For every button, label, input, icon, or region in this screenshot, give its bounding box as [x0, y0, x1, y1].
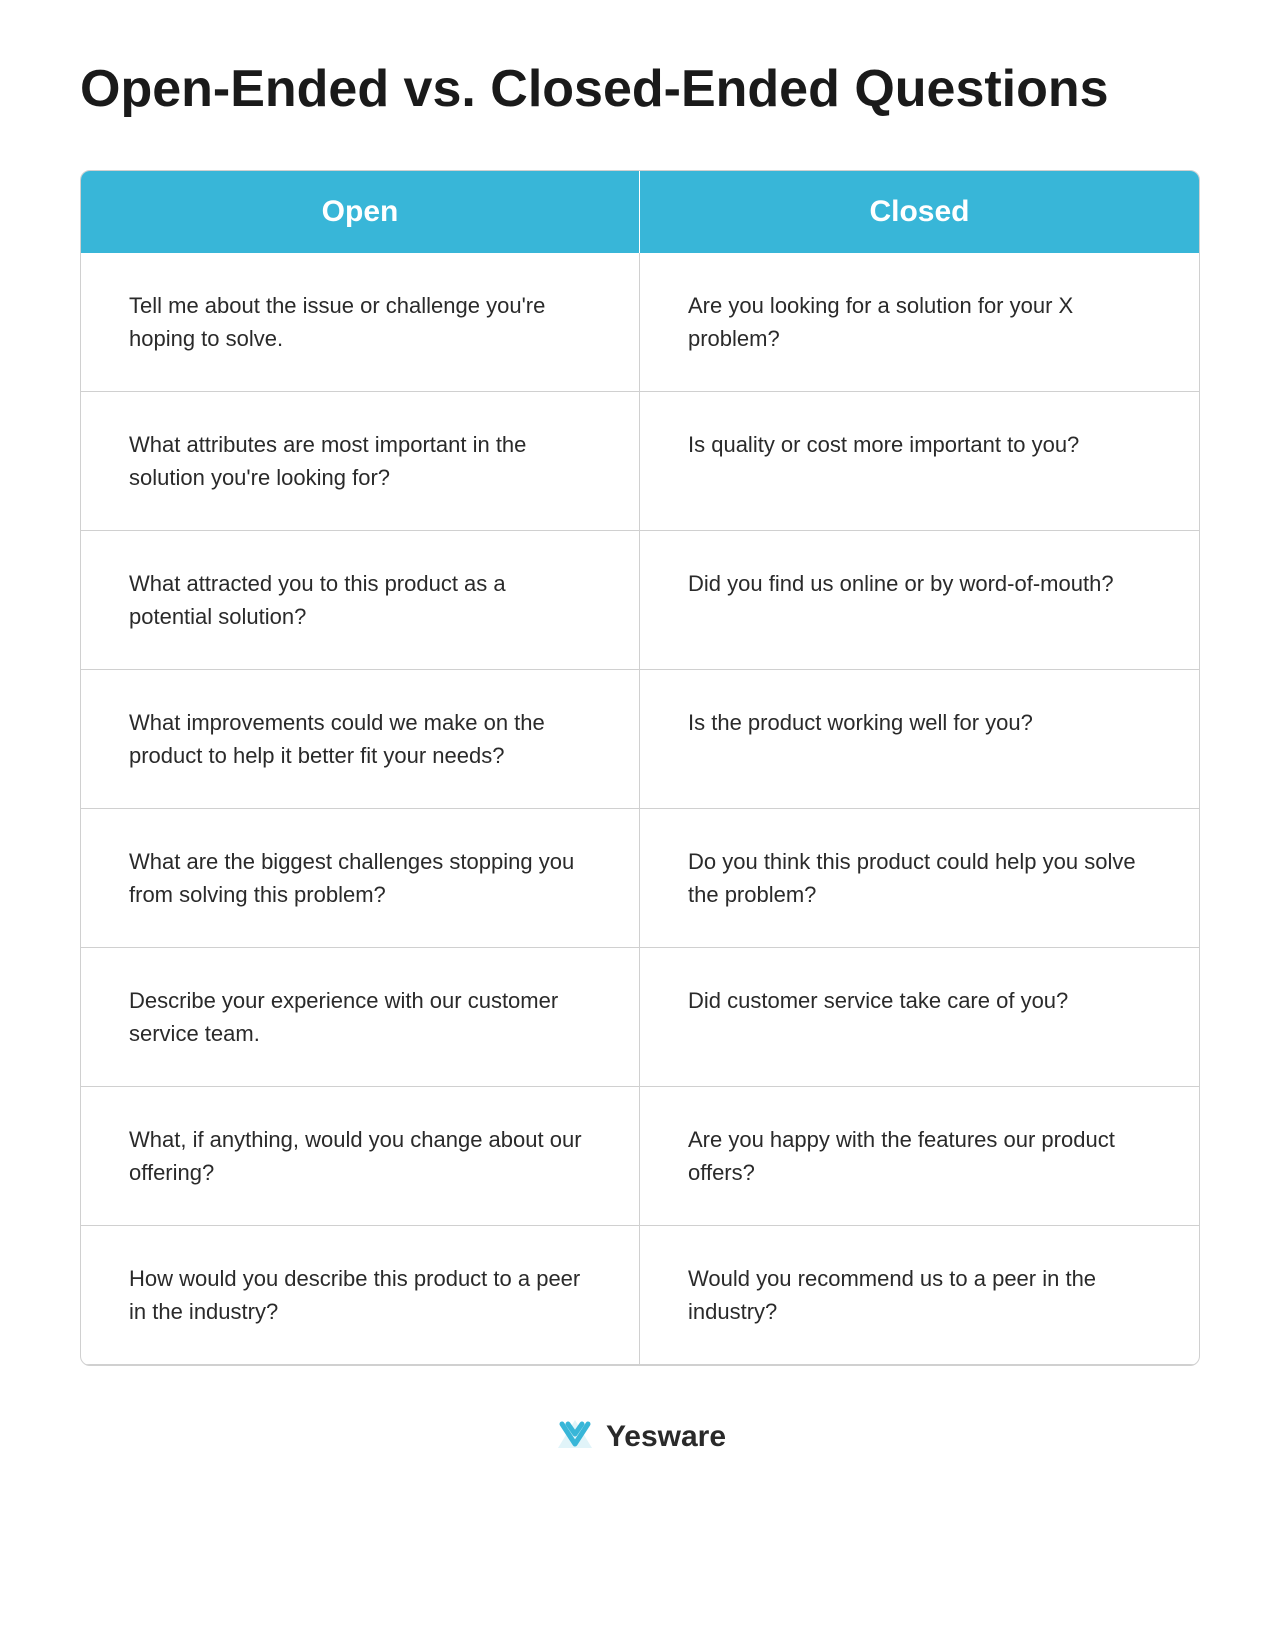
- table-header: Open Closed: [81, 171, 1199, 253]
- page-wrapper: Open-Ended vs. Closed-Ended Questions Op…: [80, 60, 1200, 1458]
- table-row: How would you describe this product to a…: [81, 1226, 640, 1365]
- table-row: Would you recommend us to a peer in the …: [640, 1226, 1199, 1365]
- table-body: Tell me about the issue or challenge you…: [81, 253, 1199, 1365]
- yesware-logo-icon: [554, 1416, 596, 1458]
- table-row: Is the product working well for you?: [640, 670, 1199, 809]
- table-row: What improvements could we make on the p…: [81, 670, 640, 809]
- table-row: Tell me about the issue or challenge you…: [81, 253, 640, 392]
- comparison-table: Open Closed Tell me about the issue or c…: [80, 170, 1200, 1366]
- header-closed: Closed: [640, 171, 1199, 253]
- footer: Yesware: [80, 1416, 1200, 1458]
- table-row: Did you find us online or by word-of-mou…: [640, 531, 1199, 670]
- table-row: Is quality or cost more important to you…: [640, 392, 1199, 531]
- table-row: What attributes are most important in th…: [81, 392, 640, 531]
- table-row: Are you looking for a solution for your …: [640, 253, 1199, 392]
- table-row: Describe your experience with our custom…: [81, 948, 640, 1087]
- table-row: Are you happy with the features our prod…: [640, 1087, 1199, 1226]
- table-row: What attracted you to this product as a …: [81, 531, 640, 670]
- logo-text: Yesware: [606, 1420, 726, 1454]
- table-row: What are the biggest challenges stopping…: [81, 809, 640, 948]
- table-row: What, if anything, would you change abou…: [81, 1087, 640, 1226]
- page-title: Open-Ended vs. Closed-Ended Questions: [80, 60, 1200, 120]
- header-open: Open: [81, 171, 640, 253]
- table-row: Do you think this product could help you…: [640, 809, 1199, 948]
- table-row: Did customer service take care of you?: [640, 948, 1199, 1087]
